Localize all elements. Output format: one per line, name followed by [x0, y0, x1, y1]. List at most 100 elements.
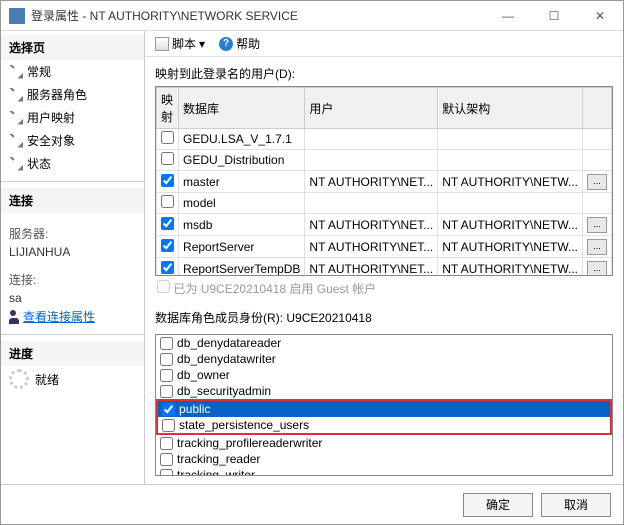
map-checkbox[interactable]	[161, 195, 174, 208]
role-row[interactable]: db_securityadmin	[156, 383, 612, 399]
role-row[interactable]: db_denydatawriter	[156, 351, 612, 367]
help-label: 帮助	[236, 35, 260, 52]
db-cell: model	[179, 193, 305, 214]
role-row[interactable]: tracking_reader	[156, 451, 612, 467]
map-checkbox[interactable]	[161, 217, 174, 230]
sidebar-item-2[interactable]: 用户映射	[1, 106, 144, 129]
db-cell: ReportServerTempDB	[179, 258, 305, 277]
role-name: db_securityadmin	[177, 384, 271, 398]
table-row[interactable]: GEDU.LSA_V_1.7.1	[157, 129, 612, 150]
role-checkbox[interactable]	[160, 353, 173, 366]
wrench-icon	[9, 134, 23, 148]
col-map[interactable]: 映射	[157, 88, 179, 129]
sidebar-item-0[interactable]: 常规	[1, 60, 144, 83]
role-name: tracking_profilereaderwriter	[177, 436, 322, 450]
db-cell: GEDU_Distribution	[179, 150, 305, 171]
roles-list[interactable]: db_denydatareaderdb_denydatawriter db_own…	[155, 334, 613, 476]
server-value: LIJIANHUA	[1, 244, 144, 259]
role-row[interactable]: public	[158, 401, 610, 417]
mapped-users-table[interactable]: 映射 数据库 用户 默认架构 GEDU.LSA_V_1.7.1GEDU_Dist…	[155, 86, 613, 276]
connection-label: 连接:	[1, 269, 144, 290]
table-row[interactable]: masterNT AUTHORITY\NET...NT AUTHORITY\NE…	[157, 171, 612, 193]
role-name: public	[179, 402, 210, 416]
db-cell: msdb	[179, 214, 305, 236]
dialog-footer: 确定 取消	[1, 484, 623, 524]
schema-cell	[438, 129, 583, 150]
maximize-button[interactable]: ☐	[531, 1, 577, 31]
help-button[interactable]: ? 帮助	[215, 33, 264, 54]
table-row[interactable]: ReportServerTempDBNT AUTHORITY\NET...NT …	[157, 258, 612, 277]
role-row[interactable]: db_denydatareader	[156, 335, 612, 351]
sidebar-item-label: 安全对象	[27, 132, 75, 149]
server-label: 服务器:	[1, 223, 144, 244]
role-checkbox[interactable]	[160, 453, 173, 466]
wrench-icon	[9, 111, 23, 125]
role-checkbox[interactable]	[162, 419, 175, 432]
user-cell	[305, 129, 438, 150]
role-checkbox[interactable]	[160, 369, 173, 382]
browse-button[interactable]: ...	[587, 174, 607, 190]
map-checkbox[interactable]	[161, 131, 174, 144]
role-row[interactable]: state_persistence_users	[158, 417, 610, 433]
wrench-icon	[9, 88, 23, 102]
table-row[interactable]: model	[157, 193, 612, 214]
sidebar-item-label: 用户映射	[27, 109, 75, 126]
role-row[interactable]: tracking_writer	[156, 467, 612, 476]
role-row[interactable]: tracking_profilereaderwriter	[156, 435, 612, 451]
sidebar-item-3[interactable]: 安全对象	[1, 129, 144, 152]
sidebar-item-4[interactable]: 状态	[1, 152, 144, 175]
toolbar: 脚本 ▾ ? 帮助	[145, 31, 623, 57]
role-checkbox[interactable]	[162, 403, 175, 416]
script-icon	[155, 37, 169, 51]
role-name: tracking_writer	[177, 468, 255, 476]
mapped-users-label: 映射到此登录名的用户(D):	[155, 65, 613, 82]
col-user[interactable]: 用户	[305, 88, 438, 129]
map-checkbox[interactable]	[161, 152, 174, 165]
map-checkbox[interactable]	[161, 174, 174, 187]
role-name: db_owner	[177, 368, 230, 382]
db-cell: master	[179, 171, 305, 193]
browse-button[interactable]: ...	[587, 239, 607, 255]
schema-cell: NT AUTHORITY\NETW...	[438, 236, 583, 258]
wrench-icon	[9, 157, 23, 171]
people-icon	[9, 310, 23, 324]
map-checkbox[interactable]	[161, 239, 174, 252]
db-cell: ReportServer	[179, 236, 305, 258]
minimize-button[interactable]: —	[485, 1, 531, 31]
col-db[interactable]: 数据库	[179, 88, 305, 129]
sidebar: 选择页 常规服务器角色用户映射安全对象状态 连接 服务器: LIJIANHUA …	[1, 31, 145, 484]
role-checkbox[interactable]	[160, 437, 173, 450]
close-button[interactable]: ✕	[577, 1, 623, 31]
view-connection-props[interactable]: 查看连接属性	[1, 305, 144, 328]
schema-cell: NT AUTHORITY\NETW...	[438, 171, 583, 193]
role-row[interactable]: db_owner	[156, 367, 612, 383]
guest-label: 已为 U9CE20210418 启用 Guest 帐户	[173, 282, 376, 296]
titlebar: 登录属性 - NT AUTHORITY\NETWORK SERVICE — ☐ …	[1, 1, 623, 31]
browse-button[interactable]: ...	[587, 217, 607, 233]
ok-button[interactable]: 确定	[463, 493, 533, 517]
db-cell: GEDU.LSA_V_1.7.1	[179, 129, 305, 150]
view-props-link[interactable]: 查看连接属性	[23, 308, 95, 325]
browse-button[interactable]: ...	[587, 261, 607, 276]
connection-value: sa	[1, 290, 144, 305]
chevron-down-icon: ▾	[199, 37, 205, 51]
role-checkbox[interactable]	[160, 469, 173, 477]
progress-header: 进度	[1, 341, 144, 366]
cancel-button[interactable]: 取消	[541, 493, 611, 517]
table-row[interactable]: msdbNT AUTHORITY\NET...NT AUTHORITY\NETW…	[157, 214, 612, 236]
col-schema[interactable]: 默认架构	[438, 88, 583, 129]
guest-checkbox	[157, 280, 170, 293]
schema-cell: NT AUTHORITY\NETW...	[438, 214, 583, 236]
progress-status: 就绪	[1, 366, 144, 392]
role-checkbox[interactable]	[160, 337, 173, 350]
role-name: db_denydatawriter	[177, 352, 276, 366]
table-row[interactable]: GEDU_Distribution	[157, 150, 612, 171]
user-cell: NT AUTHORITY\NET...	[305, 214, 438, 236]
table-row[interactable]: ReportServerNT AUTHORITY\NET...NT AUTHOR…	[157, 236, 612, 258]
map-checkbox[interactable]	[161, 261, 174, 274]
sidebar-item-1[interactable]: 服务器角色	[1, 83, 144, 106]
sidebar-item-label: 常规	[27, 63, 51, 80]
role-checkbox[interactable]	[160, 385, 173, 398]
wrench-icon	[9, 65, 23, 79]
script-button[interactable]: 脚本 ▾	[151, 33, 209, 54]
